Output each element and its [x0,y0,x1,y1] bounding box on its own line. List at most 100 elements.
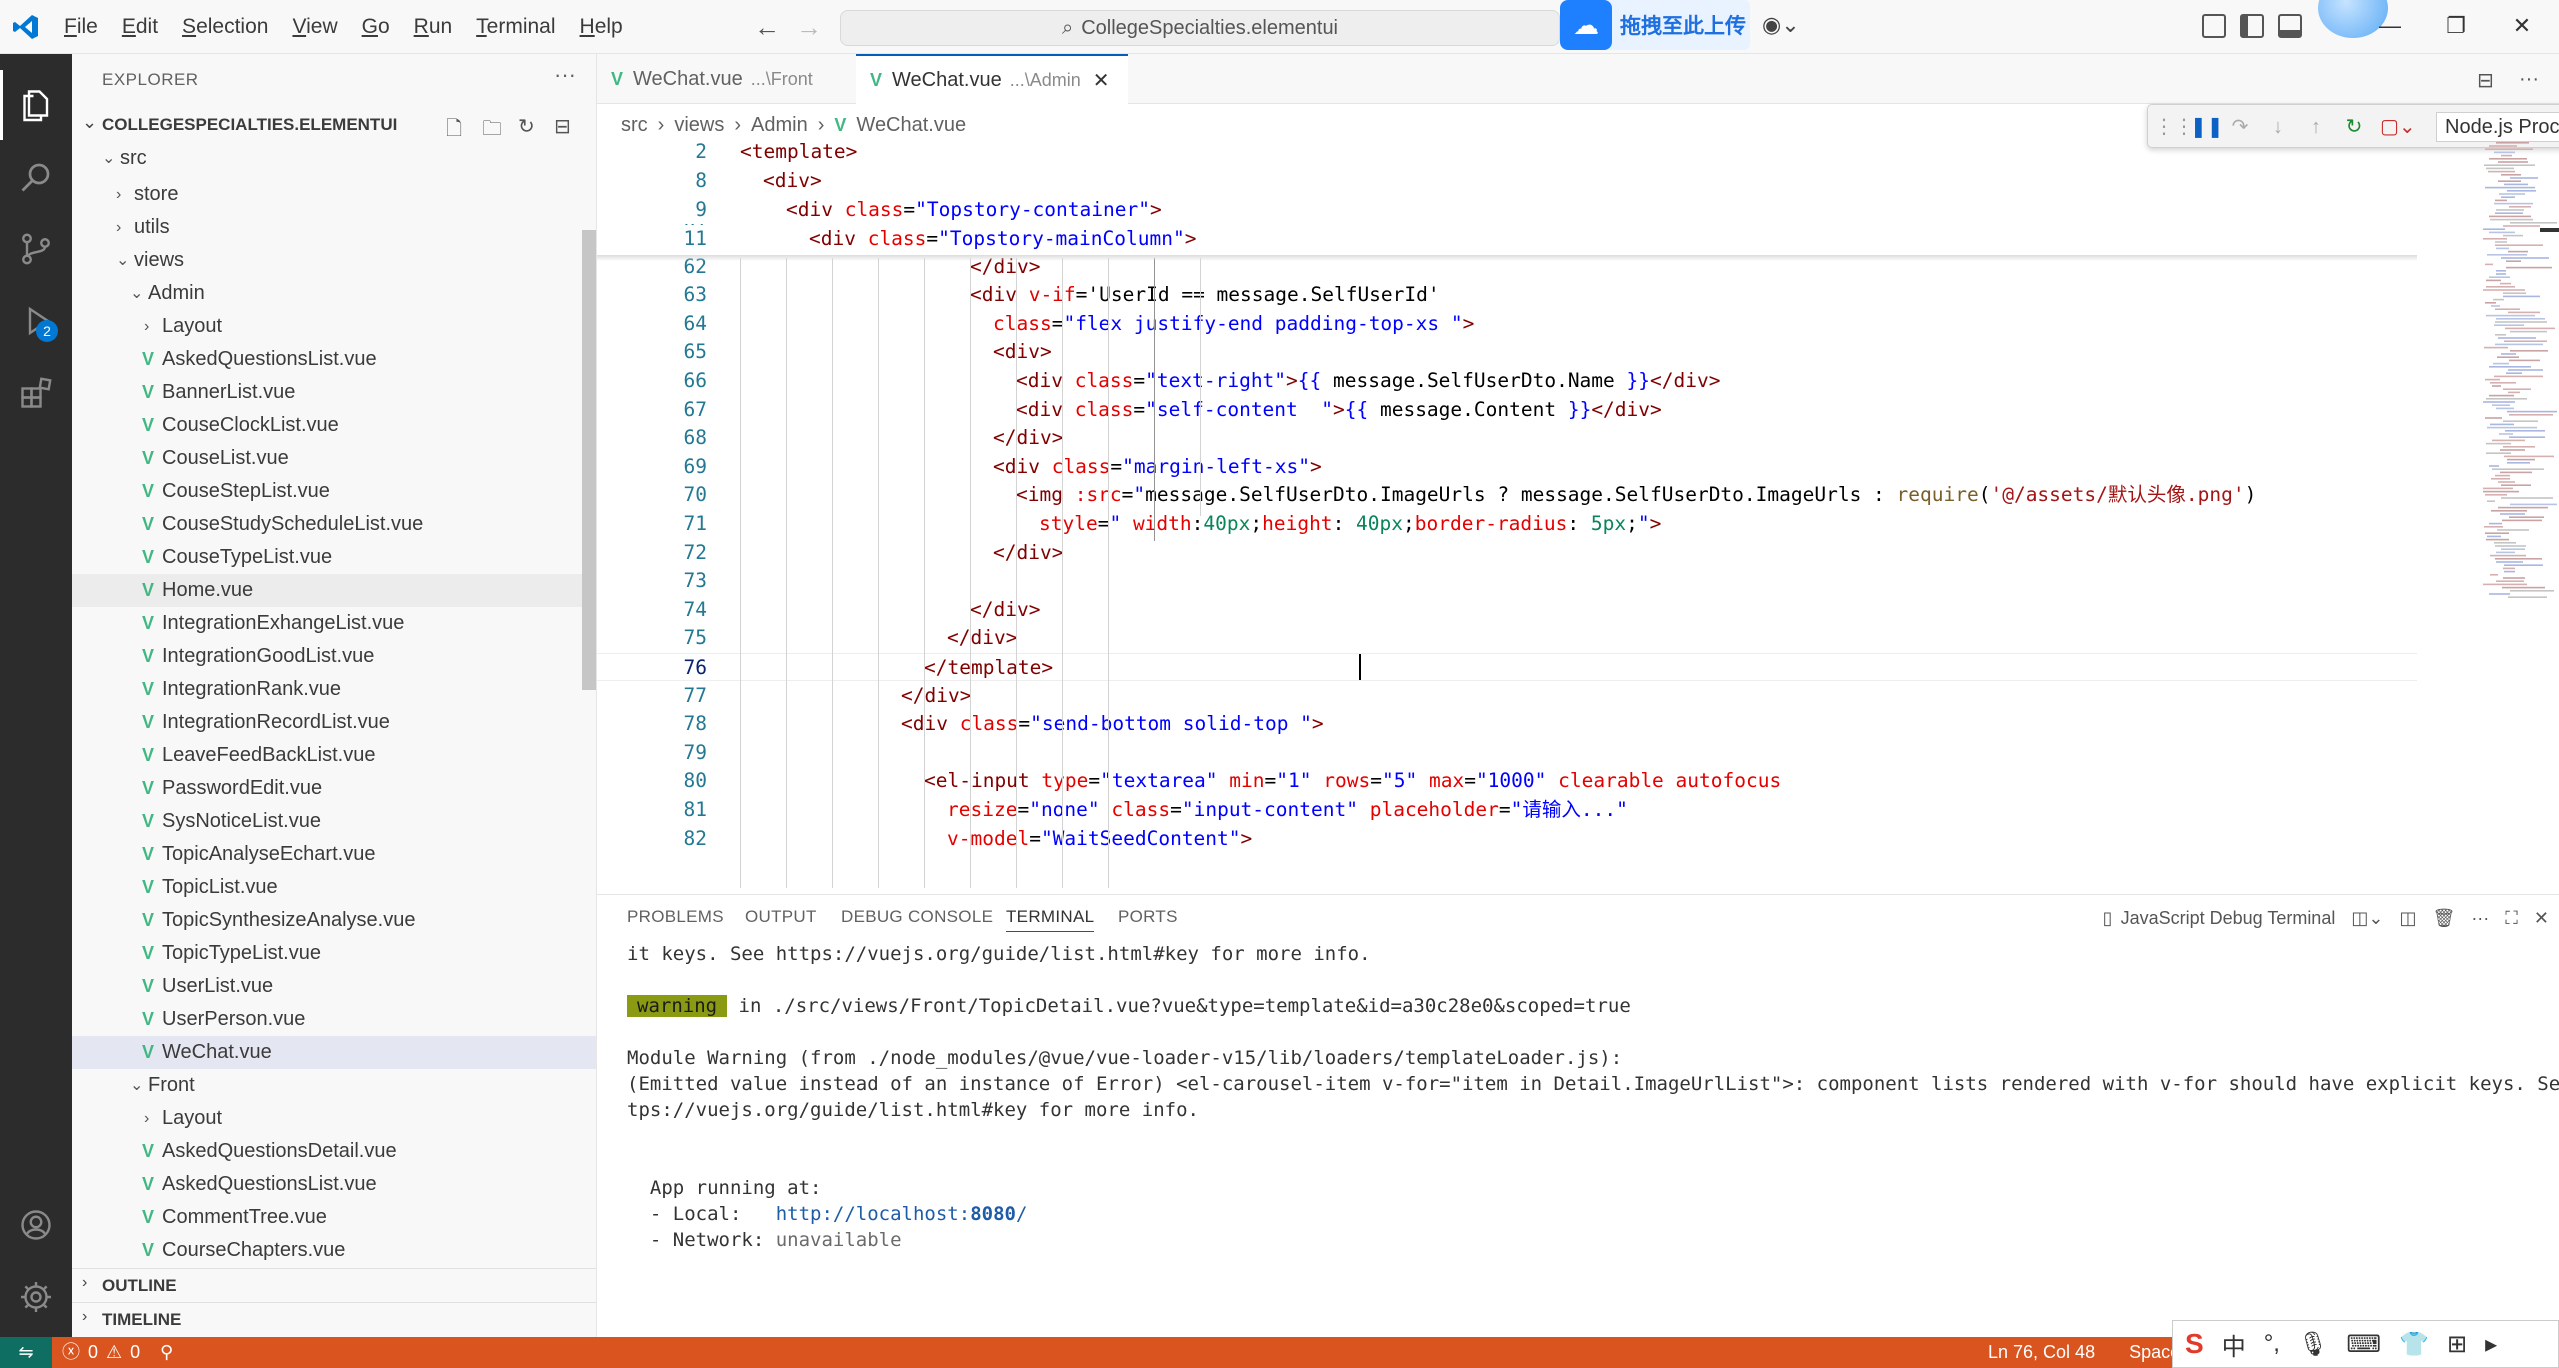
explorer-icon[interactable] [0,70,72,140]
tree-file[interactable]: V UserList.vue [72,970,596,1003]
workspace-folder-header[interactable]: ⌄ COLLEGESPECIALTIES.ELEMENTUI 🗋 🗀 ↻ ⊟ [72,108,596,142]
tree-file[interactable]: V CouseTypeList.vue [72,541,596,574]
manage-gear-icon[interactable] [0,1262,72,1332]
step-into-icon[interactable]: ↓ [2266,115,2290,139]
tree-file[interactable]: V IntegrationRank.vue [72,673,596,706]
extensions-icon[interactable] [0,358,72,428]
menu-file[interactable]: File [52,9,110,45]
tree-file[interactable]: V CourseChapters.vue [72,1234,596,1267]
tree-folder[interactable]: › utils [72,211,596,244]
minimize-icon[interactable]: — [2370,8,2410,44]
account-icon[interactable] [0,1190,72,1260]
tab-problems[interactable]: PROBLEMS [627,907,724,927]
breadcrumb-item[interactable]: Admin [751,114,808,137]
drag-handle-icon[interactable]: ⋮⋮ [2154,115,2194,139]
ime-language-toggle[interactable]: 中 [2222,1327,2246,1362]
run-debug-icon[interactable]: 2 [0,286,72,356]
minimap[interactable] [2477,138,2559,894]
tree-file[interactable]: V IntegrationGoodList.vue [72,640,596,673]
command-center-search[interactable]: ⌕ CollegeSpecialties.elementui [840,10,1560,46]
maximize-panel-icon[interactable]: ⛶ [2505,908,2518,929]
tree-folder[interactable]: ⌄ Front [72,1069,596,1102]
breadcrumb-item[interactable]: WeChat.vue [856,114,966,137]
tree-file[interactable]: V LeaveFeedBackList.vue [72,739,596,772]
punctuation-icon[interactable]: °, [2264,1330,2280,1358]
microphone-icon[interactable]: 🎙 [2298,1330,2328,1359]
source-control-icon[interactable] [0,214,72,284]
collapse-all-icon[interactable]: ⊟ [554,114,578,138]
menu-run[interactable]: Run [402,9,465,45]
tree-folder[interactable]: › store [72,178,596,211]
local-url-link[interactable]: http://localhost:8080/ [776,1203,1028,1225]
timeline-section[interactable]: › TIMELINE [72,1302,596,1336]
tree-file[interactable]: V CouseList.vue [72,442,596,475]
tree-folder[interactable]: › Layout [72,310,596,343]
restart-icon[interactable]: ↻ [2342,115,2366,139]
tree-file[interactable]: V AskedQuestionsList.vue [72,343,596,376]
sogou-logo-icon[interactable]: S [2185,1328,2204,1360]
tree-folder[interactable]: › Layout [72,1102,596,1135]
tree-file[interactable]: V TopicAnalyseEchart.vue [72,838,596,871]
skin-icon[interactable]: 👕 [2399,1330,2429,1359]
step-over-icon[interactable]: ↷ [2228,115,2252,139]
menu-edit[interactable]: Edit [110,9,170,45]
menu-view[interactable]: View [280,9,349,45]
tree-file[interactable]: V SysNoticeList.vue [72,805,596,838]
toggle-panel-icon[interactable] [2278,14,2302,38]
tree-file[interactable]: V UserPerson.vue [72,1003,596,1036]
sidebar-scrollbar[interactable] [582,230,596,690]
trash-icon[interactable]: 🗑 [2432,908,2455,929]
menu-help[interactable]: Help [568,9,635,45]
menu-terminal[interactable]: Terminal [464,9,567,45]
more-icon[interactable]: ▸ [2485,1330,2497,1359]
pause-icon[interactable]: ❚❚ [2190,115,2224,139]
tree-file[interactable]: V IntegrationExhangeList.vue [72,607,596,640]
problems-status[interactable]: ⓧ 0 ⚠ 0 [62,1337,140,1368]
more-actions-icon[interactable]: ··· [2519,68,2539,91]
tab-wechat-front[interactable]: V WeChat.vue ...\Front [597,54,851,104]
back-arrow-icon[interactable]: ← [752,12,782,42]
more-actions-icon[interactable]: ··· [554,62,576,88]
close-tab-icon[interactable]: ✕ [1093,68,1110,93]
toggle-sidebar-icon[interactable] [2240,14,2264,38]
tree-file[interactable]: V AskedQuestionsDetail.vue [72,1135,596,1168]
tree-file[interactable]: V WeChat.vue [72,1036,596,1069]
search-icon[interactable] [0,142,72,212]
remote-indicator-icon[interactable]: ⇋ [0,1337,52,1368]
menu-selection[interactable]: Selection [170,9,280,45]
close-panel-icon[interactable]: ✕ [2534,908,2549,929]
upload-drop-badge[interactable]: ☁ 拖拽至此上传 [1560,0,1750,50]
code-view[interactable]: 61 62 </div> 63 <div v-if='UserId == message… [597,138,2417,894]
more-actions-icon[interactable]: ··· [2471,908,2489,929]
new-folder-icon[interactable]: 🗀 [482,114,506,140]
tree-file[interactable]: V IntegrationRecordList.vue [72,706,596,739]
tree-file[interactable]: V TopicTypeList.vue [72,937,596,970]
menu-go[interactable]: Go [350,9,402,45]
tab-wechat-admin[interactable]: V WeChat.vue ...\Admin ✕ [856,54,1128,105]
breadcrumb-item[interactable]: views [674,114,724,137]
tree-file[interactable]: V CouseStudyScheduleList.vue [72,508,596,541]
tree-file[interactable]: V Home.vue [72,574,596,607]
forward-arrow-icon[interactable]: → [794,12,824,42]
tree-file[interactable]: V BannerList.vue [72,376,596,409]
tree-file[interactable]: V CouseClockList.vue [72,409,596,442]
split-editor-icon[interactable]: ⊟ [2477,68,2494,93]
keyboard-icon[interactable]: ⌨ [2346,1330,2381,1359]
cursor-position[interactable]: Ln 76, Col 48 [1988,1337,2095,1368]
tab-terminal[interactable]: TERMINAL [1006,907,1095,932]
new-file-icon[interactable]: 🗋 [446,114,470,140]
tree-folder[interactable]: ⌄ Admin [72,277,596,310]
debug-status-icon[interactable]: ⚲ [160,1337,173,1368]
tree-file[interactable]: V AskedQuestionsList.vue [72,1168,596,1201]
tree-file[interactable]: V CouseStepList.vue [72,475,596,508]
tree-file[interactable]: V CommentTree.vue [72,1201,596,1234]
split-terminal-icon[interactable]: ◫ [2399,908,2416,929]
tab-debug-console[interactable]: DEBUG CONSOLE [841,907,993,927]
tree-folder[interactable]: ⌄ views [72,244,596,277]
tree-file[interactable]: V TopicSynthesizeAnalyse.vue [72,904,596,937]
customize-layout-icon[interactable] [2202,14,2226,38]
tab-ports[interactable]: PORTS [1118,907,1178,927]
terminal-selector[interactable]: ▯ JavaScript Debug Terminal [2103,908,2336,929]
new-terminal-icon[interactable]: ◫⌄ [2351,908,2383,929]
restore-icon[interactable]: ❐ [2436,8,2476,44]
